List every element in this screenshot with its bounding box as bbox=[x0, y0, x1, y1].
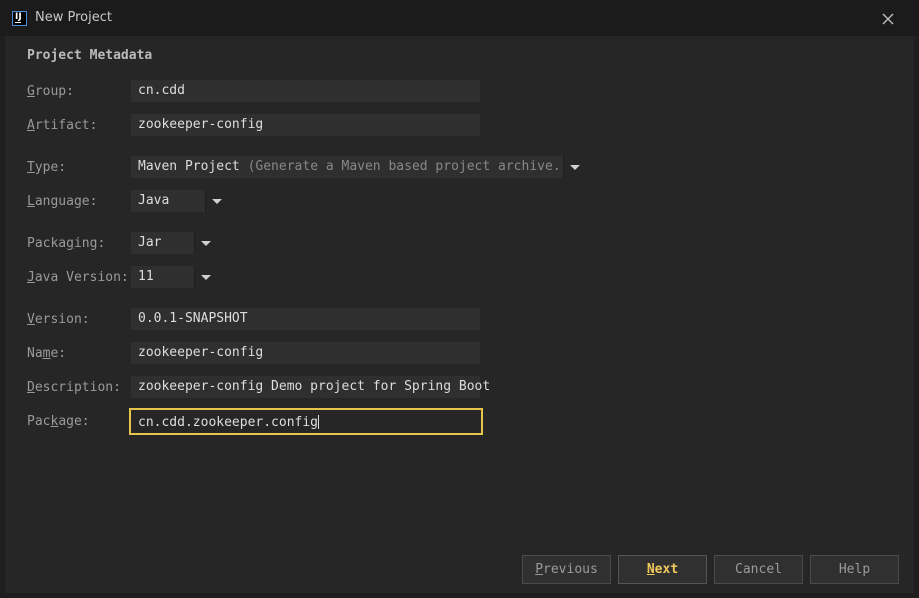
cancel-button[interactable]: Cancel bbox=[714, 555, 803, 584]
group-field[interactable]: cn.cdd bbox=[131, 80, 480, 102]
java-version-label: Java Version: bbox=[27, 270, 129, 285]
language-label: Language: bbox=[27, 194, 98, 209]
group-label: Group: bbox=[27, 84, 74, 99]
type-label: Type: bbox=[27, 160, 67, 175]
package-field[interactable]: cn.cdd.zookeeper.config bbox=[129, 408, 483, 435]
name-label: Name: bbox=[27, 346, 67, 361]
description-label: Description: bbox=[27, 380, 121, 395]
intellij-app-icon: IJ bbox=[12, 11, 27, 26]
chevron-down-icon[interactable] bbox=[563, 156, 586, 178]
version-field[interactable]: 0.0.1-SNAPSHOT bbox=[131, 308, 480, 330]
language-select[interactable]: Java bbox=[131, 190, 228, 212]
chevron-down-icon[interactable] bbox=[194, 266, 217, 288]
chevron-down-icon[interactable] bbox=[205, 190, 228, 212]
title-bar: IJ New Project bbox=[0, 0, 919, 36]
section-title: Project Metadata bbox=[27, 48, 153, 63]
next-button[interactable]: Next bbox=[618, 555, 707, 584]
text-caret bbox=[318, 415, 320, 429]
packaging-select[interactable]: Jar bbox=[131, 232, 217, 254]
package-label: Package: bbox=[27, 414, 90, 429]
close-icon[interactable] bbox=[878, 9, 898, 29]
new-project-dialog: IJ New Project Project Metadata Group: c… bbox=[0, 0, 919, 598]
window-title: New Project bbox=[35, 10, 112, 25]
artifact-label: Artifact: bbox=[27, 118, 98, 133]
packaging-label: Packaging: bbox=[27, 236, 106, 251]
chevron-down-icon[interactable] bbox=[194, 232, 217, 254]
name-field[interactable]: zookeeper-config bbox=[131, 342, 480, 364]
type-select[interactable]: Maven Project (Generate a Maven based pr… bbox=[131, 156, 586, 178]
description-field[interactable]: zookeeper-config Demo project for Spring… bbox=[131, 376, 490, 398]
artifact-field[interactable]: zookeeper-config bbox=[131, 114, 480, 136]
dialog-content: Project Metadata Group: cn.cdd Artifact:… bbox=[5, 36, 914, 593]
version-label: Version: bbox=[27, 312, 90, 327]
java-version-select[interactable]: 11 bbox=[131, 266, 217, 288]
help-button[interactable]: Help bbox=[810, 555, 899, 584]
previous-button[interactable]: Previous bbox=[522, 555, 611, 584]
